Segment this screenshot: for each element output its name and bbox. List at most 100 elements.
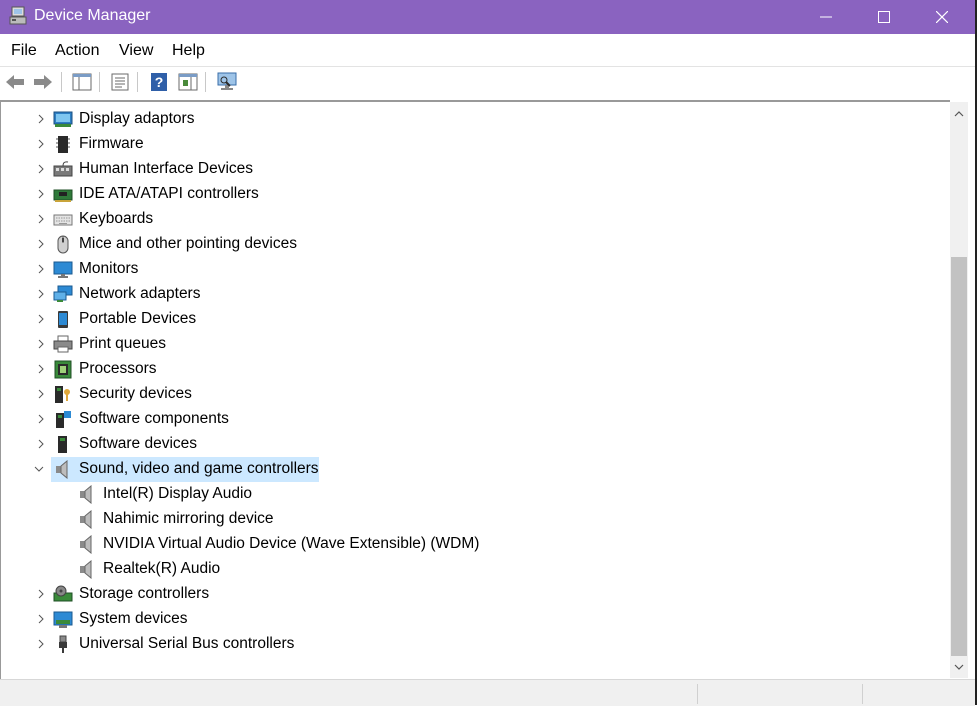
menu-file[interactable]: File <box>11 42 37 60</box>
status-bar <box>0 679 975 706</box>
title-bar: Device Manager <box>0 0 977 34</box>
show-hide-console-tree-button[interactable] <box>71 71 93 93</box>
back-arrow-icon <box>6 75 24 89</box>
scan-hardware-changes-button[interactable] <box>216 71 238 93</box>
chevron-right-icon[interactable] <box>36 364 46 374</box>
tree-node-label: Firmware <box>79 135 144 152</box>
printer-icon <box>53 335 73 353</box>
toolbar-separator <box>61 72 62 92</box>
speaker-icon <box>80 535 92 554</box>
tree-node-label: NVIDIA Virtual Audio Device (Wave Extens… <box>103 535 480 552</box>
tree-node-label: Nahimic mirroring device <box>103 510 274 527</box>
chevron-right-icon[interactable] <box>36 239 46 249</box>
tree-node-label: Print queues <box>79 335 167 352</box>
chevron-right-icon[interactable] <box>36 414 46 424</box>
system-device-icon <box>53 611 73 628</box>
tree-node-print-queues[interactable]: Print queues <box>1 332 901 357</box>
show-action-pane-icon <box>178 73 198 91</box>
tree-node-security-devices[interactable]: Security devices <box>1 382 901 407</box>
tree-node-mice-and-other-pointing-devices[interactable]: Mice and other pointing devices <box>1 232 901 257</box>
menu-view[interactable]: View <box>119 42 153 60</box>
device-manager-app-icon <box>9 6 27 25</box>
maximize-button[interactable] <box>855 0 913 34</box>
hid-icon <box>53 161 73 177</box>
tree-node-display-adaptors[interactable]: Display adaptors <box>1 107 901 132</box>
tree-node-firmware[interactable]: Firmware <box>1 132 901 157</box>
tree-child-nahimic-mirroring-device[interactable]: Nahimic mirroring device <box>1 507 901 532</box>
tree-child-realtek-audio[interactable]: Realtek(R) Audio <box>1 557 901 582</box>
device-tree: Display adaptors Firmware Human Interfac… <box>0 100 950 680</box>
toolbar-separator <box>205 72 206 92</box>
chevron-right-icon[interactable] <box>36 264 46 274</box>
mouse-icon <box>57 235 69 254</box>
chevron-right-icon[interactable] <box>36 439 46 449</box>
show-action-pane-button[interactable] <box>177 71 199 93</box>
tree-node-software-devices[interactable]: Software devices <box>1 432 901 457</box>
tree-node-portable-devices[interactable]: Portable Devices <box>1 307 901 332</box>
keyboard-icon <box>53 214 73 226</box>
software-component-icon <box>56 411 71 428</box>
tree-node-system-devices[interactable]: System devices <box>1 607 901 632</box>
chevron-right-icon[interactable] <box>36 289 46 299</box>
svg-text:?: ? <box>155 74 164 90</box>
maximize-icon <box>878 11 890 23</box>
tree-child-nvidia-virtual-audio-device[interactable]: NVIDIA Virtual Audio Device (Wave Extens… <box>1 532 901 557</box>
toolbar-separator <box>137 72 138 92</box>
scrollbar-thumb[interactable] <box>951 257 967 656</box>
speaker-icon <box>80 510 92 529</box>
chevron-right-icon[interactable] <box>36 339 46 349</box>
tree-node-monitors[interactable]: Monitors <box>1 257 901 282</box>
back-button[interactable] <box>4 71 26 93</box>
chevron-down-icon[interactable] <box>34 464 44 474</box>
tree-node-processors[interactable]: Processors <box>1 357 901 382</box>
tree-node-label: IDE ATA/ATAPI controllers <box>79 185 259 202</box>
forward-button[interactable] <box>32 71 54 93</box>
tree-node-network-adapters[interactable]: Network adapters <box>1 282 901 307</box>
tree-node-label: System devices <box>79 610 188 627</box>
status-bar-divider <box>697 684 698 704</box>
chevron-right-icon[interactable] <box>36 189 46 199</box>
tree-node-label: Storage controllers <box>79 585 210 602</box>
properties-button[interactable] <box>109 71 131 93</box>
portable-device-icon <box>58 311 68 328</box>
scroll-down-icon[interactable] <box>954 663 964 671</box>
help-button[interactable]: ? <box>148 71 170 93</box>
tree-node-ide-ata-atapi-controllers[interactable]: IDE ATA/ATAPI controllers <box>1 182 901 207</box>
menu-action[interactable]: Action <box>55 42 99 60</box>
scan-hardware-changes-icon <box>217 72 237 90</box>
toolbar: ? <box>0 66 975 98</box>
minimize-button[interactable] <box>797 0 855 34</box>
tree-node-label: Intel(R) Display Audio <box>103 485 253 502</box>
tree-node-software-components[interactable]: Software components <box>1 407 901 432</box>
speaker-icon <box>80 485 92 504</box>
tree-node-human-interface-devices[interactable]: Human Interface Devices <box>1 157 901 182</box>
tree-child-intel-display-audio[interactable]: Intel(R) Display Audio <box>1 482 901 507</box>
tree-node-universal-serial-bus-controllers[interactable]: Universal Serial Bus controllers <box>1 632 901 657</box>
scroll-up-icon[interactable] <box>954 110 964 118</box>
chevron-right-icon[interactable] <box>36 639 46 649</box>
menu-help[interactable]: Help <box>172 42 205 60</box>
chevron-right-icon[interactable] <box>36 614 46 624</box>
chevron-right-icon[interactable] <box>36 589 46 599</box>
tree-node-label: Keyboards <box>79 210 154 227</box>
chevron-right-icon[interactable] <box>36 214 46 224</box>
network-adapter-icon <box>53 285 73 302</box>
window-title: Device Manager <box>34 7 151 24</box>
tree-node-keyboards[interactable]: Keyboards <box>1 207 901 232</box>
tree-node-storage-controllers[interactable]: Storage controllers <box>1 582 901 607</box>
tree-node-label: Display adaptors <box>79 110 195 127</box>
tree-node-label: Mice and other pointing devices <box>79 235 297 252</box>
vertical-scrollbar[interactable] <box>950 102 968 678</box>
tree-node-label: Software components <box>79 410 229 427</box>
chevron-right-icon[interactable] <box>36 164 46 174</box>
chevron-right-icon[interactable] <box>36 114 46 124</box>
chevron-right-icon[interactable] <box>36 389 46 399</box>
chevron-right-icon[interactable] <box>36 139 46 149</box>
tree-node-sound-video-and-game-controllers[interactable]: Sound, video and game controllers <box>1 457 901 482</box>
speaker-icon <box>56 460 68 479</box>
tree-node-label: Realtek(R) Audio <box>103 560 221 577</box>
chevron-right-icon[interactable] <box>36 314 46 324</box>
close-button[interactable] <box>913 0 971 34</box>
tree-node-label: Monitors <box>79 260 139 277</box>
ide-controller-icon <box>53 189 73 202</box>
